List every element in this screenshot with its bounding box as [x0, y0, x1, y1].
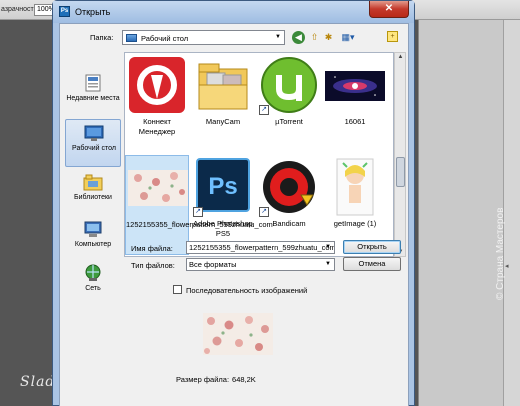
filetype-value: Все форматы	[189, 260, 237, 269]
folder-value: Рабочий стол	[141, 34, 189, 43]
folder-icon	[198, 63, 248, 110]
file-name: Коннект Менеджер	[138, 117, 176, 136]
file-item[interactable]: Коннект Менеджер	[125, 53, 189, 153]
desktop-icon	[84, 125, 104, 141]
place-network[interactable]: Сеть	[65, 260, 121, 308]
file-list: Коннект Менеджер ManyCam ↗ µTorrent 1606…	[124, 52, 394, 257]
file-name: µTorrent	[275, 117, 303, 126]
filename-value: 1252155355_flowerpattern_599zhuatu_com	[189, 243, 335, 252]
file-name: 16061	[344, 117, 366, 126]
chevron-down-icon[interactable]: ▼	[325, 242, 331, 253]
place-label: Компьютер	[74, 241, 112, 248]
place-libraries[interactable]: Библиотеки	[65, 169, 121, 217]
scroll-thumb[interactable]	[396, 157, 405, 187]
open-button[interactable]: Открыть	[343, 240, 401, 254]
chevron-down-icon[interactable]: ▼	[325, 259, 331, 270]
file-size-info: Размер файла: 648,2K	[176, 375, 259, 384]
file-name: ManyCam	[205, 117, 241, 126]
cartoon-image-icon	[336, 158, 374, 216]
shortcut-arrow-icon: ↗	[259, 105, 269, 115]
file-list-scrollbar[interactable]: ▲ ▼	[394, 52, 406, 257]
back-icon[interactable]: ◀	[292, 31, 305, 44]
filename-input[interactable]: 1252155355_flowerpattern_599zhuatu_com ▼	[186, 241, 335, 254]
recent-places-icon	[85, 74, 101, 92]
place-recent[interactable]: Недавние места	[65, 70, 121, 118]
file-size-value: 648,2K	[232, 375, 256, 384]
dialog-titlebar[interactable]: Ps Открыть ✕	[53, 1, 414, 23]
folder-combo[interactable]: Рабочий стол ▼	[122, 30, 285, 45]
place-desktop[interactable]: Рабочий стол	[65, 119, 121, 167]
file-size-label: Размер файла:	[176, 375, 230, 384]
network-icon	[85, 264, 101, 281]
place-label: Недавние места	[66, 95, 120, 102]
open-dialog: Ps Открыть ✕ Папка: Рабочий стол ▼ ◀ ⇧ ✱…	[52, 0, 415, 406]
file-item[interactable]: ↗ Bandicam	[257, 155, 321, 255]
connect-manager-icon	[129, 57, 185, 113]
file-name: Bandicam	[272, 219, 306, 228]
place-label: Сеть	[85, 285, 101, 292]
place-label: Библиотеки	[74, 194, 112, 201]
file-name: 1252155355_flowerpattern_599zhuatu_com	[126, 220, 273, 229]
up-folder-icon[interactable]: ⇧	[308, 31, 321, 44]
dialog-title: Открыть	[75, 7, 111, 17]
preview-image	[203, 313, 273, 355]
filename-label: Имя файла:	[131, 244, 173, 253]
folder-row: Папка: Рабочий стол ▼ ◀ ⇧ ✱ ▦▾ +	[60, 24, 408, 52]
place-label: Рабочий стол	[72, 145, 116, 152]
filetype-label: Тип файлов:	[131, 261, 175, 270]
file-item[interactable]: 16061	[323, 53, 387, 153]
flower-pattern-image-icon	[128, 170, 188, 206]
desktop-small-icon	[126, 34, 137, 42]
computer-icon	[84, 221, 102, 237]
file-item-selected[interactable]: 1252155355_flowerpattern_599zhuatu_com	[125, 155, 273, 255]
places-bar: Недавние места Рабочий стол Библиотеки К…	[65, 52, 121, 292]
new-folder-icon[interactable]: ✱	[322, 31, 335, 44]
image-sequence-checkbox[interactable]	[173, 285, 182, 294]
svg-text:Ps: Ps	[208, 173, 237, 200]
views-menu-icon[interactable]: ▦▾	[338, 31, 358, 44]
place-computer[interactable]: Компьютер	[65, 216, 121, 264]
galaxy-image-icon	[325, 71, 385, 101]
libraries-icon	[83, 174, 103, 191]
cancel-button[interactable]: Отмена	[343, 257, 401, 271]
photoshop-app-icon: Ps	[59, 6, 70, 17]
file-item[interactable]: ↗ µTorrent	[257, 53, 321, 153]
extra-tool-icon[interactable]: +	[387, 31, 398, 42]
close-button[interactable]: ✕	[369, 1, 409, 18]
file-name: getImage (1)	[333, 219, 377, 228]
shortcut-arrow-icon: ↗	[193, 207, 203, 217]
file-item[interactable]: ManyCam	[191, 53, 255, 153]
scroll-up-icon[interactable]: ▲	[396, 54, 405, 60]
dialog-client-area: Папка: Рабочий стол ▼ ◀ ⇧ ✱ ▦▾ + Недавни…	[59, 23, 409, 406]
shortcut-arrow-icon: ↗	[259, 207, 269, 217]
file-item[interactable]: Ps ↗ Adobe Photoshop PS5	[191, 155, 255, 255]
watermark: © Страна Мастеров	[495, 207, 506, 300]
folder-label: Папка:	[90, 33, 114, 42]
filetype-select[interactable]: Все форматы ▼	[186, 258, 335, 271]
chevron-down-icon: ▼	[275, 34, 281, 40]
file-name: Adobe Photoshop PS5	[193, 219, 253, 238]
image-sequence-label: Последовательность изображений	[186, 286, 308, 295]
